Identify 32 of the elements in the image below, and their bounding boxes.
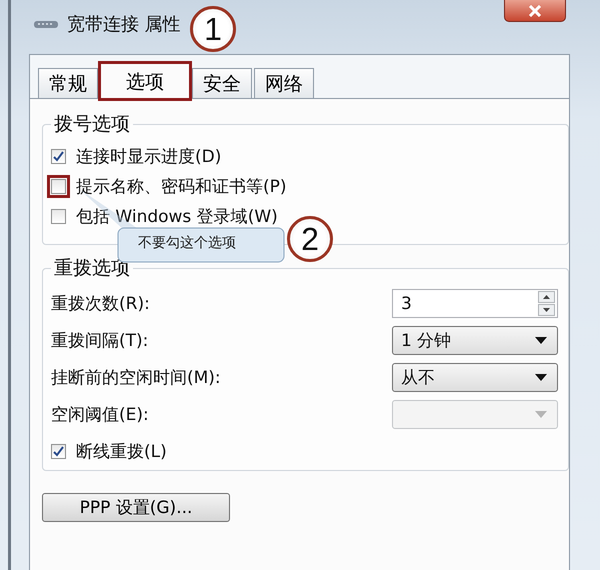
checkbox[interactable] (51, 444, 66, 458)
field-label: 空闲阈值(E): (51, 405, 149, 425)
dropdown-arrow-icon (535, 337, 547, 344)
tab[interactable]: 选项 (100, 63, 190, 99)
checkbox[interactable] (51, 178, 66, 194)
tab[interactable]: 常规 (38, 68, 98, 98)
checkbox-label: 包括 Windows 登录域(W) (76, 206, 278, 228)
close-button[interactable] (504, 0, 566, 22)
number-spinner[interactable]: 3 (392, 289, 558, 318)
check-icon (53, 150, 64, 162)
checkbox-label: 提示名称、密码和证书等(P) (76, 176, 287, 198)
window-title: 宽带连接 属性 (67, 13, 181, 36)
dropdown-arrow-icon (535, 411, 547, 418)
field-label: 重拨间隔(T): (51, 331, 148, 351)
callout-text: 不要勾这个选项 (138, 234, 236, 252)
field-label: 重拨次数(R): (51, 294, 150, 314)
check-icon (53, 446, 64, 456)
close-icon (528, 4, 542, 16)
tab[interactable]: 安全 (192, 68, 252, 98)
ppp-settings-button[interactable]: PPP 设置(G)... (42, 493, 230, 522)
dropdown[interactable]: 从不 (392, 363, 558, 392)
tab[interactable]: 网络 (254, 68, 314, 98)
modem-icon (33, 19, 59, 29)
checkbox[interactable] (51, 148, 66, 164)
checkbox-label: 连接时显示进度(D) (76, 146, 222, 168)
field-label: 挂断前的空闲时间(M): (51, 368, 221, 388)
number-marker: 1 (190, 6, 236, 52)
dropdown-arrow-icon (535, 374, 547, 381)
checkbox[interactable] (51, 208, 66, 224)
group-title: 拨号选项 (53, 112, 131, 137)
checkbox-label: 断线重拨(L) (76, 440, 167, 462)
dropdown[interactable]: 1 分钟 (392, 326, 558, 355)
